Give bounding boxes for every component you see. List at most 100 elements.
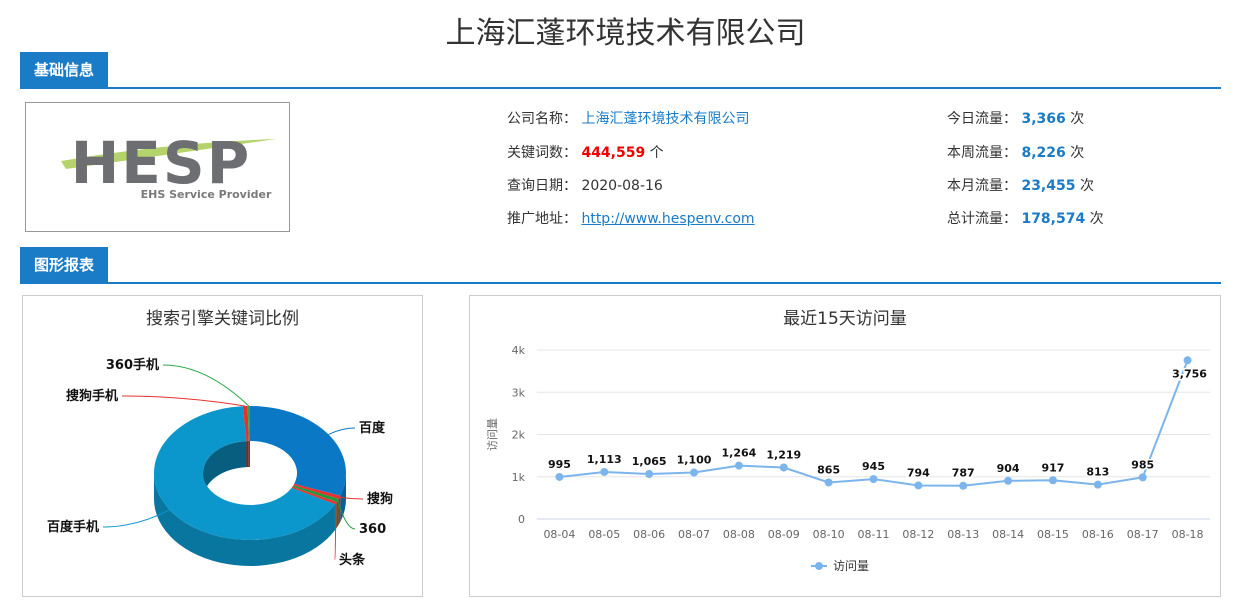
data-point[interactable] <box>600 467 609 476</box>
x-tick-label: 08-15 <box>1037 528 1069 541</box>
data-label: 985 <box>1131 458 1154 471</box>
x-tick-label: 08-13 <box>947 528 979 541</box>
today-traffic-label: 今日流量： <box>947 111 1017 127</box>
data-point[interactable] <box>555 472 564 481</box>
month-traffic-row: 本月流量： 23,455 次 <box>947 175 1094 195</box>
total-traffic-unit: 次 <box>1089 211 1104 227</box>
y-tick-label: 3k <box>512 386 526 399</box>
basic-info-tab[interactable]: 基础信息 <box>20 52 109 89</box>
keywords-unit: 个 <box>649 145 664 161</box>
data-point[interactable] <box>959 481 968 490</box>
data-label: 794 <box>907 466 930 479</box>
data-label: 1,113 <box>587 453 622 466</box>
visits-chart-panel: 最近15天访问量 0 1k 2k 3k 4k 访问量 08-04 08-05 08-06 08-0… <box>469 295 1221 597</box>
logo-letters: HESP <box>71 129 251 197</box>
donut-label-360手机: 360手机 <box>106 357 159 373</box>
donut-label-搜狗手机: 搜狗手机 <box>66 388 118 404</box>
visits-chart-title: 最近15天访问量 <box>783 309 907 329</box>
data-label: 1,065 <box>632 455 667 468</box>
data-point[interactable] <box>645 470 654 479</box>
data-point[interactable] <box>779 463 788 472</box>
x-tick-label: 08-10 <box>813 528 845 541</box>
keywords-label: 关键词数： <box>507 145 577 161</box>
data-point[interactable] <box>824 478 833 487</box>
x-tick-label: 08-08 <box>723 528 755 541</box>
data-point[interactable] <box>1138 473 1147 482</box>
charts-tab[interactable]: 图形报表 <box>20 247 109 284</box>
company-name-row: 公司名称： 上海汇蓬环境技术有限公司 <box>507 108 749 128</box>
today-traffic-row: 今日流量： 3,366 次 <box>947 108 1084 128</box>
data-label: 787 <box>952 467 975 480</box>
donut-wall-搜狗 <box>338 495 341 525</box>
keywords-row: 关键词数： 444,559 个 <box>507 142 664 162</box>
legend[interactable]: 访问量 <box>811 559 869 573</box>
donut-slice-百度[interactable] <box>250 406 346 496</box>
hesp-logo-image: HESP EHS Service Provider <box>61 129 276 201</box>
donut-label-百度: 百度 <box>359 420 386 436</box>
x-tick-label: 08-16 <box>1082 528 1114 541</box>
donut-connector-百度 <box>328 427 356 435</box>
x-tick-label: 08-11 <box>858 528 890 541</box>
promo-url-link[interactable]: http://www.hespenv.com <box>581 211 754 227</box>
keyword-share-donut-chart: 百度搜狗 360 头条 百度手机 搜狗手机 360手机 <box>47 357 393 568</box>
y-axis-title: 访问量 <box>486 418 499 451</box>
donut-label-搜狗: 搜狗 <box>367 491 393 507</box>
page-title: 上海汇蓬环境技术有限公司 <box>445 16 806 51</box>
data-point[interactable] <box>1048 476 1057 485</box>
week-traffic-value: 8,226 <box>1021 145 1066 161</box>
data-point[interactable] <box>1004 476 1013 485</box>
total-traffic-row: 总计流量： 178,574 次 <box>947 208 1104 228</box>
legend-label: 访问量 <box>833 559 869 573</box>
x-tick-label: 08-09 <box>768 528 800 541</box>
data-point[interactable] <box>914 481 923 490</box>
donut-inner-wall-搜狗手机 <box>246 441 249 468</box>
x-tick-label: 08-17 <box>1127 528 1159 541</box>
data-label: 1,264 <box>722 447 757 460</box>
keyword-share-chart-panel: 搜索引擎关键词比例 百度搜狗 360 头条 百度手机 搜狗手机 360手机 <box>22 295 423 597</box>
donut-label-360: 360 <box>359 522 386 537</box>
donut-label-百度手机: 百度手机 <box>47 519 99 535</box>
x-tick-label: 08-07 <box>678 528 710 541</box>
x-tick-label: 08-05 <box>588 528 620 541</box>
data-label: 813 <box>1086 466 1109 479</box>
x-tick-label: 08-12 <box>902 528 934 541</box>
week-traffic-row: 本周流量： 8,226 次 <box>947 142 1084 162</box>
charts-section-bar: 图形报表 <box>20 247 1221 284</box>
data-label: 1,219 <box>766 448 801 461</box>
keyword-share-chart-title: 搜索引擎关键词比例 <box>146 309 299 329</box>
month-traffic-unit: 次 <box>1079 178 1094 194</box>
data-point[interactable] <box>1183 356 1192 365</box>
week-traffic-label: 本周流量： <box>947 145 1017 161</box>
y-tick-label: 1k <box>512 471 526 484</box>
data-point[interactable] <box>734 461 743 470</box>
data-point[interactable] <box>869 475 878 484</box>
company-logo: HESP EHS Service Provider <box>25 102 290 232</box>
promo-url-label: 推广地址： <box>507 211 577 227</box>
today-traffic-unit: 次 <box>1070 111 1085 127</box>
donut-label-头条: 头条 <box>339 552 366 568</box>
data-label: 995 <box>548 458 571 471</box>
x-axis-labels: 08-04 08-05 08-06 08-07 08-08 08-09 08-10 08-11… <box>543 528 1203 541</box>
data-label: 865 <box>817 463 840 476</box>
donut-top-faces <box>154 406 346 540</box>
data-point[interactable] <box>690 468 699 477</box>
y-tick-label: 2k <box>512 429 526 442</box>
total-traffic-label: 总计流量： <box>947 211 1017 227</box>
donut-connector-搜狗手机 <box>121 395 246 407</box>
company-name-value[interactable]: 上海汇蓬环境技术有限公司 <box>581 111 749 127</box>
today-traffic-value: 3,366 <box>1021 111 1066 127</box>
month-traffic-value: 23,455 <box>1021 178 1076 194</box>
data-label: 1,100 <box>677 454 712 467</box>
x-tick-label: 08-14 <box>992 528 1024 541</box>
total-traffic-value: 178,574 <box>1021 211 1086 227</box>
x-tick-label: 08-18 <box>1172 528 1204 541</box>
week-traffic-unit: 次 <box>1070 145 1085 161</box>
data-point[interactable] <box>1093 480 1102 489</box>
x-tick-label: 08-06 <box>633 528 665 541</box>
line-chart-grid: 0 1k 2k 3k 4k <box>512 344 1210 526</box>
data-label: 3,756 <box>1172 367 1207 380</box>
legend-marker-icon <box>815 562 823 570</box>
logo-subtext: EHS Service Provider <box>141 188 272 201</box>
visits-line-chart: 01k2k3k4k访问量08-04 08-05 08-06 08-07 08-08 08-… <box>486 344 1210 573</box>
query-date-label: 查询日期： <box>507 178 577 194</box>
